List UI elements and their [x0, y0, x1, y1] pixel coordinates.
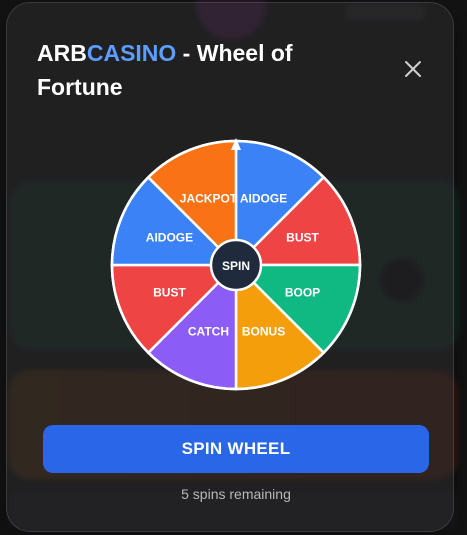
close-button[interactable] — [401, 57, 425, 81]
wheel-segment-label: CATCH — [188, 325, 229, 339]
wheel-segment-label: AIDOGE — [146, 230, 193, 244]
wheel-segment-label: BONUS — [242, 325, 285, 339]
spin-center-label: SPIN — [222, 259, 250, 273]
close-icon — [405, 61, 421, 77]
wheel-segment-label: JACKPOT — [180, 191, 238, 205]
wheel-segment-label: AIDOGE — [240, 191, 287, 205]
spins-remaining: 5 spins remaining — [181, 486, 291, 502]
title-brand-arb: ARB — [37, 40, 87, 66]
wheel-graphic: AIDOGEBUSTBOOPBONUSCATCHBUSTAIDOGEJACKPO… — [110, 138, 362, 391]
wheel-segment-label: BUST — [153, 286, 186, 300]
title-brand-casino: CASINO — [86, 40, 177, 66]
wheel-segment-label: BOOP — [285, 286, 320, 300]
spin-wheel-button[interactable]: SPIN WHEEL — [43, 425, 429, 473]
wheel-segment-label: BUST — [286, 230, 319, 244]
modal-title: ARBCASINO - Wheel of Fortune — [37, 36, 367, 104]
spin-center-button[interactable]: SPIN — [209, 238, 263, 292]
fortune-wheel[interactable]: AIDOGE BUST BOOP BONUS CATCH BUST AIDOGE JACKPO… — [107, 135, 365, 393]
wheel-of-fortune-modal: ARBCASINO - Wheel of Fortune AIDOGE BUST B… — [6, 2, 454, 532]
